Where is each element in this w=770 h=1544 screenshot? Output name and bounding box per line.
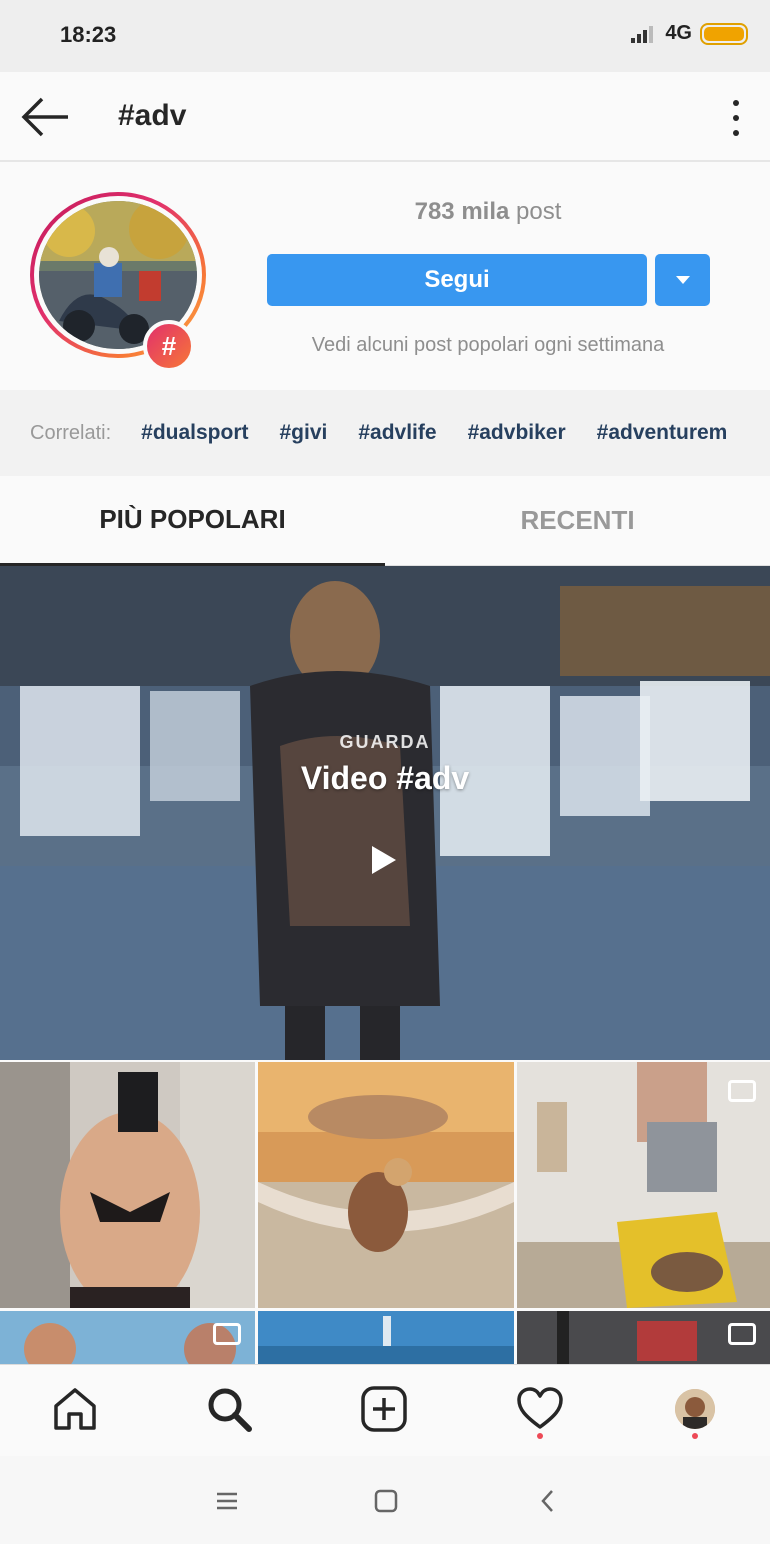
video-post-icon (728, 1323, 756, 1345)
grid-post[interactable] (517, 1311, 770, 1364)
home-icon[interactable] (49, 1383, 101, 1435)
post-count-suffix: post (516, 198, 562, 225)
related-tag[interactable]: #advbiker (468, 421, 566, 445)
profile-avatar[interactable] (669, 1383, 721, 1439)
network-label: 4G (665, 22, 692, 44)
related-tag[interactable]: #adventurem (597, 421, 728, 445)
back-arrow-icon[interactable] (18, 92, 72, 142)
activity-heart-icon[interactable] (514, 1383, 566, 1439)
play-icon (372, 846, 396, 874)
notification-dot (537, 1433, 543, 1439)
menu-icon[interactable] (207, 1486, 247, 1516)
page-title: #adv (118, 99, 187, 132)
posts-grid (0, 1062, 770, 1364)
feed-tabs: PIÙ POPOLARI RECENTI (0, 476, 770, 566)
chevron-down-icon (675, 276, 690, 284)
search-icon[interactable] (203, 1383, 255, 1435)
post-count: 783 mila post (266, 198, 710, 226)
grid-post[interactable] (0, 1311, 255, 1364)
status-indicators: 4G (627, 22, 748, 45)
system-navigation (0, 1456, 770, 1544)
grid-post[interactable] (0, 1062, 255, 1308)
video-thumbnail (0, 566, 770, 1060)
hashtag-badge-icon: # (143, 320, 195, 372)
follow-hint: Vedi alcuni post popolari ogni settimana (311, 334, 665, 356)
grid-post[interactable] (517, 1062, 770, 1308)
signal-icon (627, 23, 657, 45)
related-tag[interactable]: #dualsport (141, 421, 248, 445)
video-post-icon (728, 1080, 756, 1102)
tab-popular[interactable]: PIÙ POPOLARI (0, 476, 385, 566)
grid-post[interactable] (258, 1062, 514, 1308)
home-square-icon[interactable] (366, 1486, 406, 1516)
follow-button[interactable]: Segui (267, 254, 647, 306)
related-label: Correlati: (30, 421, 112, 444)
back-icon[interactable] (528, 1486, 568, 1516)
app-screen: 18:23 4G #adv # 783 mila post Segui Vedi… (0, 0, 770, 1544)
related-tag[interactable]: #advlife (358, 421, 436, 445)
post-count-value: 783 mila (414, 198, 510, 225)
tab-recent[interactable]: RECENTI (385, 476, 770, 566)
video-title: Video #adv (300, 760, 470, 796)
status-time: 18:23 (60, 22, 117, 47)
video-kicker: GUARDA (339, 732, 431, 752)
status-bar: 18:23 4G (0, 0, 770, 72)
more-options-icon[interactable] (728, 100, 744, 136)
featured-video[interactable]: GUARDA Video #adv (0, 566, 770, 1060)
grid-post[interactable] (258, 1311, 514, 1364)
notification-dot (692, 1433, 698, 1439)
top-app-bar: #adv (0, 72, 770, 162)
hashtag-header: # 783 mila post Segui Vedi alcuni post p… (0, 164, 770, 390)
new-post-icon[interactable] (358, 1383, 410, 1435)
battery-icon (700, 22, 748, 45)
video-post-icon (213, 1323, 241, 1345)
related-hashtags-bar: Correlati: #dualsport #givi #advlife #ad… (0, 390, 770, 476)
bottom-navigation (0, 1364, 770, 1456)
related-tag[interactable]: #givi (280, 421, 328, 445)
follow-options-button[interactable] (655, 254, 710, 306)
